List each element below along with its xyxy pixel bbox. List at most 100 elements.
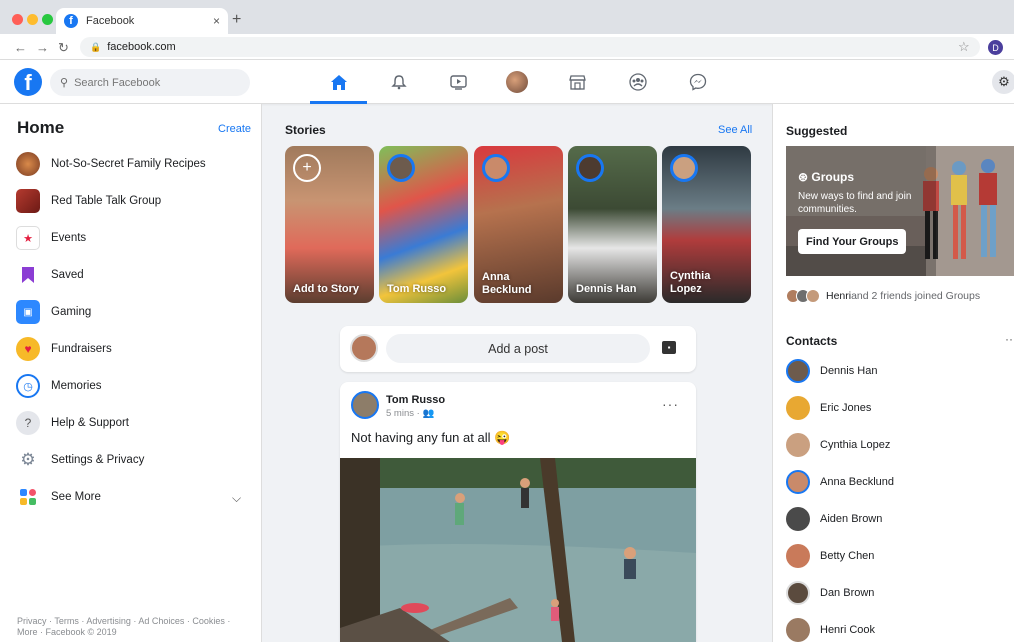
facebook-header: f ⚲ Search Facebook ⚙ xyxy=(0,60,1014,104)
browser-tab[interactable]: f Facebook × xyxy=(56,8,228,34)
story-card[interactable]: Anna Becklund xyxy=(474,146,563,303)
contact-item[interactable]: Henri Cook xyxy=(786,616,875,642)
contacts-title: Contacts xyxy=(786,334,838,348)
avatar xyxy=(806,289,820,303)
post-author[interactable]: Tom Russo xyxy=(386,394,445,406)
search-placeholder: Search Facebook xyxy=(74,76,161,89)
contact-item[interactable]: Dennis Han xyxy=(786,357,877,385)
sidebar-item-settings-privacy[interactable]: ⚙ Settings & Privacy xyxy=(16,445,144,475)
story-label: Anna Becklund xyxy=(482,271,532,296)
groups-icon[interactable] xyxy=(626,70,650,94)
avatar xyxy=(786,544,810,568)
add-post-input[interactable]: Add a post xyxy=(386,334,650,363)
story-label: Add to Story xyxy=(293,283,359,295)
sidebar-item-label: Fundraisers xyxy=(51,343,112,355)
story-avatar xyxy=(482,154,510,182)
gear-icon: ⚙ xyxy=(20,450,36,469)
browser-profile-avatar[interactable]: D xyxy=(988,40,1003,55)
stories-title: Stories xyxy=(285,123,326,137)
reload-icon[interactable]: ↻ xyxy=(58,40,69,56)
marketplace-icon[interactable] xyxy=(565,70,589,94)
contact-item[interactable]: Cynthia Lopez xyxy=(786,431,890,459)
bell-icon[interactable] xyxy=(387,70,411,94)
groups-title-text: Groups xyxy=(811,170,855,184)
bookmark-icon xyxy=(16,263,40,287)
forward-icon[interactable]: → xyxy=(36,40,49,55)
sidebar-item-family-recipes[interactable]: Not-So-Secret Family Recipes xyxy=(16,149,206,179)
avatar[interactable] xyxy=(351,391,379,419)
contact-item[interactable]: Anna Becklund xyxy=(786,468,894,496)
sidebar-item-red-table-talk[interactable]: Red Table Talk Group xyxy=(16,186,161,216)
post-photo[interactable] xyxy=(340,458,696,642)
contact-item[interactable]: Eric Jones xyxy=(786,394,871,422)
contact-item[interactable]: Betty Chen xyxy=(786,542,874,570)
sidebar-item-label: Not-So-Secret Family Recipes xyxy=(51,158,206,170)
sidebar-item-label: See More xyxy=(51,491,101,503)
profile-avatar[interactable] xyxy=(505,70,529,94)
photo-icon[interactable]: ▪ xyxy=(662,341,676,354)
watch-icon[interactable] xyxy=(446,70,470,94)
story-label: Cynthia Lopez xyxy=(670,270,711,295)
see-more-icon xyxy=(16,485,40,509)
groups-joined-notice[interactable]: Henri and 2 friends joined Groups xyxy=(786,286,980,306)
story-card[interactable]: Dennis Han xyxy=(568,146,657,303)
close-window-button[interactable] xyxy=(12,14,23,25)
create-link[interactable]: Create xyxy=(218,123,251,135)
home-icon[interactable] xyxy=(327,70,351,94)
sidebar-item-gaming[interactable]: ▣ Gaming xyxy=(16,297,91,327)
new-tab-button[interactable]: + xyxy=(232,11,241,29)
sidebar-item-saved[interactable]: Saved xyxy=(16,260,84,290)
contacts-menu-icon[interactable]: ·· xyxy=(1005,332,1013,346)
sidebar-item-memories[interactable]: ◷ Memories xyxy=(16,371,101,401)
avatar xyxy=(786,581,810,605)
messenger-icon[interactable] xyxy=(686,70,710,94)
chevron-down-icon[interactable]: ⌵ xyxy=(232,491,241,506)
facebook-logo-icon[interactable]: f xyxy=(14,68,42,96)
sidebar-item-label: Help & Support xyxy=(51,417,129,429)
back-icon[interactable]: ← xyxy=(14,40,27,55)
sidebar-item-fundraisers[interactable]: ♥ Fundraisers xyxy=(16,334,112,364)
contact-item[interactable]: Aiden Brown xyxy=(786,505,882,533)
search-input[interactable]: ⚲ Search Facebook xyxy=(50,69,250,96)
tab-close-icon[interactable]: × xyxy=(213,14,220,28)
groups-title: ⊛ Groups xyxy=(798,170,854,184)
avatar xyxy=(786,359,810,383)
story-card[interactable]: Tom Russo xyxy=(379,146,468,303)
avatar xyxy=(786,507,810,531)
contact-name: Aiden Brown xyxy=(820,513,883,525)
groups-promo-card[interactable]: ⊛ Groups New ways to find and join commu… xyxy=(786,146,1014,276)
page-title: Home xyxy=(17,118,65,137)
sidebar-item-events[interactable]: ★ Events xyxy=(16,223,86,253)
avatar xyxy=(786,618,810,642)
see-all-link[interactable]: See All xyxy=(718,124,752,136)
contact-item[interactable]: Dan Brown xyxy=(786,579,874,607)
post-text: Not having any fun at all 😜 xyxy=(351,430,511,445)
story-avatar xyxy=(670,154,698,182)
joined-text: and 2 friends joined Groups xyxy=(851,290,981,302)
story-avatar xyxy=(576,154,604,182)
sidebar-item-help-support[interactable]: ? Help & Support xyxy=(16,408,129,438)
sidebar-item-label: Memories xyxy=(51,380,102,392)
question-icon: ? xyxy=(16,411,40,435)
story-card-add[interactable]: + Add to Story xyxy=(285,146,374,303)
search-icon: ⚲ xyxy=(60,77,69,89)
post-meta: 5 mins · 👥 xyxy=(386,408,434,419)
maximize-window-button[interactable] xyxy=(42,14,53,25)
story-label: Tom Russo xyxy=(387,283,447,295)
settings-gear-icon[interactable]: ⚙ xyxy=(992,70,1014,94)
story-card[interactable]: Cynthia Lopez xyxy=(662,146,751,303)
right-sidebar: Suggested ⊛ Groups New ways to find and … xyxy=(772,104,1014,642)
facebook-favicon-icon: f xyxy=(64,14,78,28)
suggested-title: Suggested xyxy=(786,124,848,138)
post-menu-icon[interactable]: ··· xyxy=(662,396,679,412)
footer-links[interactable]: Privacy · Terms · Advertising · Ad Choic… xyxy=(17,616,247,638)
avatar xyxy=(786,396,810,420)
url-input[interactable]: 🔒 facebook.com xyxy=(80,37,980,57)
find-your-groups-button[interactable]: Find Your Groups xyxy=(798,229,907,254)
avatar xyxy=(786,433,810,457)
tab-title: Facebook xyxy=(86,15,135,27)
bookmark-star-icon[interactable]: ☆ xyxy=(958,39,970,55)
contact-name: Henri Cook xyxy=(820,624,876,636)
minimize-window-button[interactable] xyxy=(27,14,38,25)
sidebar-item-see-more[interactable]: See More xyxy=(16,482,101,512)
